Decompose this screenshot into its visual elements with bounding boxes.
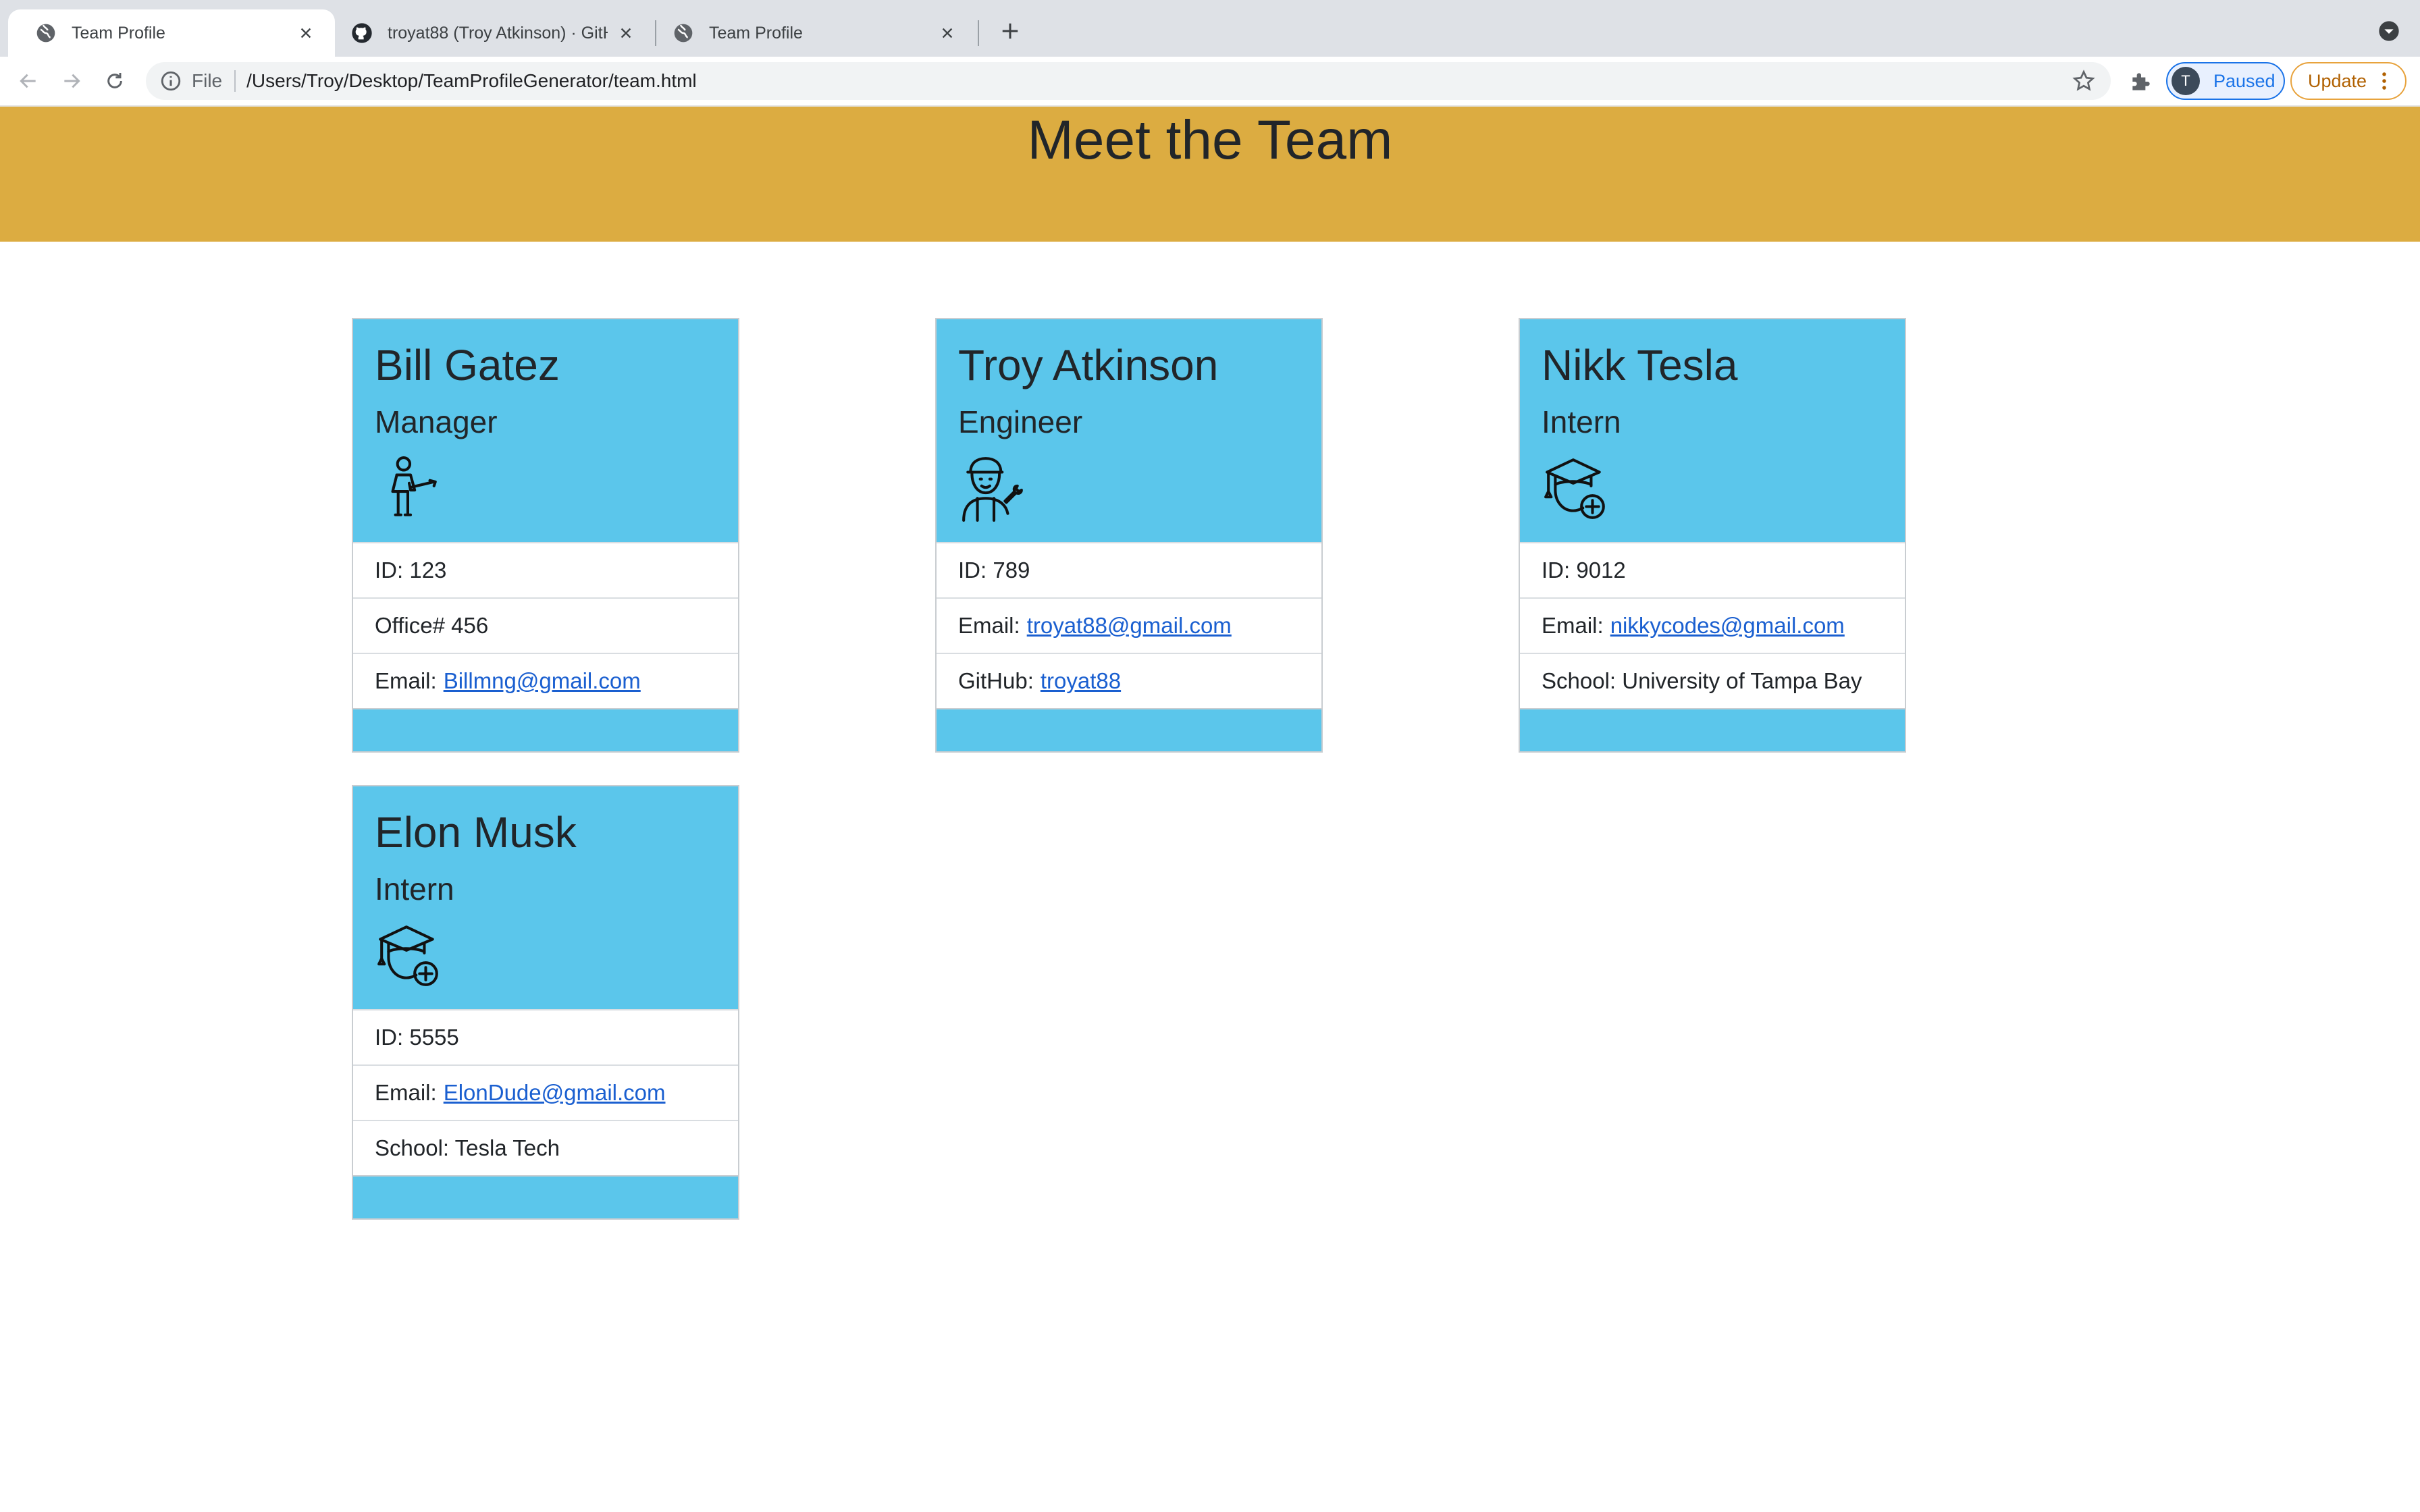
tab-search-icon[interactable] bbox=[2378, 20, 2400, 42]
omnibox-divider bbox=[234, 70, 236, 92]
email-link[interactable]: troyat88@gmail.com bbox=[1027, 613, 1232, 639]
card-email-row: Email: Billmng@gmail.com bbox=[353, 653, 738, 708]
puzzle-icon[interactable] bbox=[2128, 69, 2154, 94]
graduate-icon bbox=[377, 925, 438, 986]
card-id-row: ID: 9012 bbox=[1520, 542, 1905, 597]
employee-role: Intern bbox=[1542, 404, 1621, 439]
school-label: School: Tesla Tech bbox=[375, 1135, 560, 1160]
info-icon[interactable] bbox=[159, 70, 182, 92]
arrow-left-icon bbox=[20, 74, 36, 88]
reload-button[interactable] bbox=[101, 68, 128, 94]
employee-name: Bill Gatez bbox=[375, 341, 560, 389]
tab-title: Team Profile bbox=[72, 23, 165, 43]
email-link[interactable]: Billmng@gmail.com bbox=[444, 668, 641, 694]
github-label: GitHub: bbox=[958, 668, 1034, 693]
url-scheme-label: File bbox=[192, 70, 223, 91]
update-label: Update bbox=[2308, 70, 2367, 91]
card-school-row: School: University of Tampa Bay bbox=[1520, 653, 1905, 708]
url-text[interactable]: /Users/Troy/Desktop/TeamProfileGenerator… bbox=[246, 70, 2072, 92]
star-icon[interactable] bbox=[2072, 69, 2096, 93]
email-link[interactable]: nikkycodes@gmail.com bbox=[1610, 613, 1845, 639]
engineer-icon bbox=[962, 457, 1023, 522]
back-button[interactable] bbox=[15, 68, 42, 94]
card-id-row: ID: 789 bbox=[937, 542, 1321, 597]
avatar: T bbox=[2172, 67, 2200, 95]
id-label: ID: 9012 bbox=[1542, 558, 1626, 583]
new-tab-button[interactable] bbox=[997, 18, 1024, 45]
card-footer bbox=[353, 708, 738, 751]
employee-role: Intern bbox=[375, 871, 454, 907]
employee-name: Nikk Tesla bbox=[1542, 341, 1738, 389]
kebab-menu-icon bbox=[2382, 72, 2386, 90]
forward-button[interactable] bbox=[58, 68, 85, 94]
card-id-row: ID: 5555 bbox=[353, 1009, 738, 1064]
card-footer bbox=[353, 1175, 738, 1218]
arrow-right-icon bbox=[64, 74, 80, 88]
card-github-row: GitHub: troyat88 bbox=[937, 653, 1321, 708]
card-header: Elon Musk Intern bbox=[353, 786, 738, 1009]
github-icon bbox=[352, 23, 372, 43]
browser-toolbar: File /Users/Troy/Desktop/TeamProfileGene… bbox=[0, 57, 2420, 107]
school-label: School: University of Tampa Bay bbox=[1542, 668, 1862, 693]
plus-icon bbox=[1002, 23, 1018, 39]
employee-card: Nikk Tesla Intern ID: 9012 Email: nikkyco… bbox=[1519, 318, 1906, 753]
employee-card: Elon Musk Intern ID: 5555 Email: ElonDude… bbox=[352, 785, 739, 1220]
tab-title: Team Profile bbox=[709, 23, 803, 43]
reload-icon bbox=[107, 73, 122, 88]
tab-team-profile[interactable]: Team Profile bbox=[8, 9, 335, 57]
email-label: Email: bbox=[375, 668, 437, 693]
close-icon[interactable] bbox=[614, 22, 637, 45]
tab-team-profile-2[interactable]: Team Profile bbox=[656, 9, 976, 57]
card-footer bbox=[937, 708, 1321, 751]
tab-github[interactable]: troyat88 (Troy Atkinson) · GitHub bbox=[335, 9, 655, 57]
card-header: Troy Atkinson Engineer bbox=[937, 319, 1321, 542]
email-label: Email: bbox=[375, 1080, 437, 1105]
id-label: ID: 5555 bbox=[375, 1025, 459, 1050]
globe-icon bbox=[36, 24, 55, 43]
update-button[interactable]: Update bbox=[2290, 62, 2406, 100]
github-link[interactable]: troyat88 bbox=[1041, 668, 1121, 694]
close-icon[interactable] bbox=[936, 22, 959, 45]
page-title: Meet the Team bbox=[1027, 109, 1393, 171]
tab-strip: Team Profile troyat88 (Troy Atkinson) · … bbox=[0, 0, 2420, 57]
card-id-row: ID: 123 bbox=[353, 542, 738, 597]
tab-divider bbox=[978, 20, 979, 46]
employee-name: Elon Musk bbox=[375, 808, 577, 857]
address-bar[interactable]: File /Users/Troy/Desktop/TeamProfileGene… bbox=[146, 62, 2111, 100]
employee-role: Manager bbox=[375, 404, 498, 439]
email-link[interactable]: ElonDude@gmail.com bbox=[444, 1080, 666, 1106]
manager-icon bbox=[391, 456, 437, 516]
email-label: Email: bbox=[1542, 613, 1604, 638]
globe-icon bbox=[674, 24, 693, 43]
office-label: Office# 456 bbox=[375, 613, 489, 638]
employee-role: Engineer bbox=[958, 404, 1083, 439]
employee-card: Bill Gatez Manager ID: 123 Office# 456 E… bbox=[352, 318, 739, 753]
tab-title: troyat88 (Troy Atkinson) · GitHub bbox=[388, 23, 608, 43]
profile-button[interactable]: T Paused bbox=[2166, 62, 2285, 100]
card-school-row: School: Tesla Tech bbox=[353, 1120, 738, 1175]
card-email-row: Email: ElonDude@gmail.com bbox=[353, 1064, 738, 1120]
profile-status-label: Paused bbox=[2213, 70, 2276, 91]
card-email-row: Email: nikkycodes@gmail.com bbox=[1520, 597, 1905, 653]
card-header: Nikk Tesla Intern bbox=[1520, 319, 1905, 542]
card-email-row: Email: troyat88@gmail.com bbox=[937, 597, 1321, 653]
close-icon[interactable] bbox=[294, 22, 317, 45]
id-label: ID: 123 bbox=[375, 558, 447, 583]
card-office-row: Office# 456 bbox=[353, 597, 738, 653]
card-header: Bill Gatez Manager bbox=[353, 319, 738, 542]
graduate-icon bbox=[1544, 458, 1605, 519]
email-label: Email: bbox=[958, 613, 1020, 638]
id-label: ID: 789 bbox=[958, 558, 1030, 583]
employee-name: Troy Atkinson bbox=[958, 341, 1219, 389]
card-footer bbox=[1520, 708, 1905, 751]
employee-card: Troy Atkinson Engineer ID: 789 Email: tro… bbox=[935, 318, 1323, 753]
